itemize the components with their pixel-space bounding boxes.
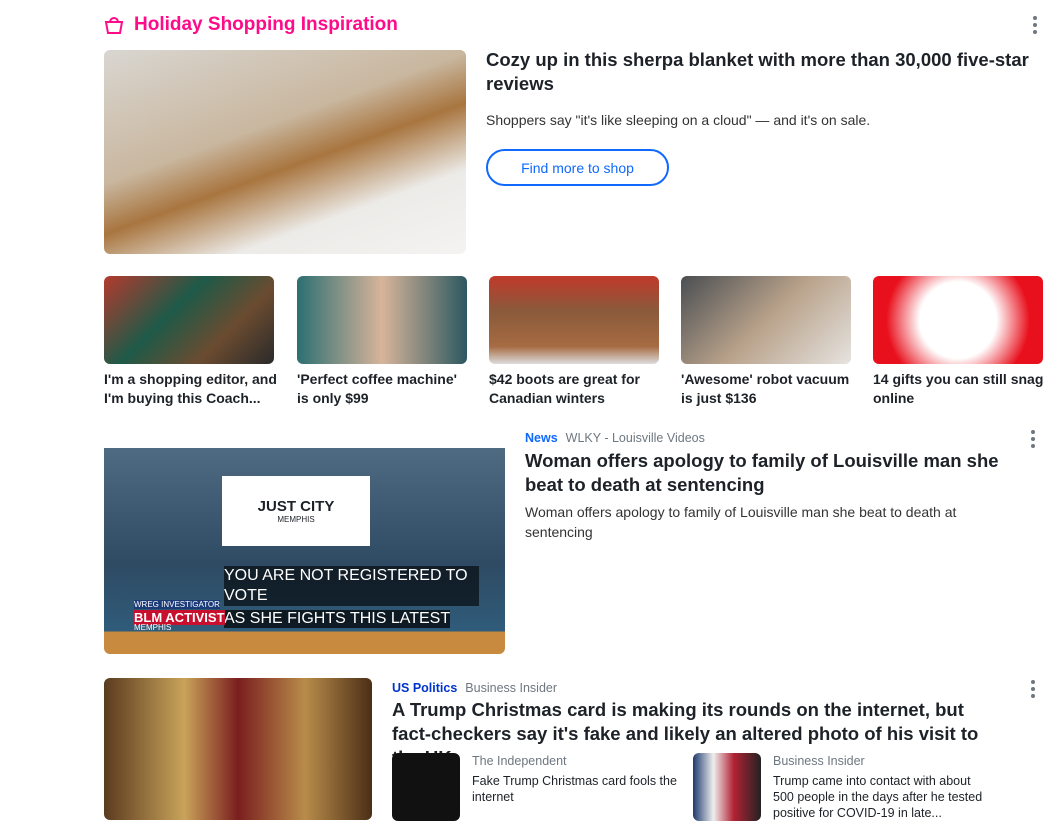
section-header: Holiday Shopping Inspiration <box>104 14 398 36</box>
related-image[interactable] <box>392 753 460 821</box>
source-label: Business Insider <box>465 681 558 695</box>
thumb-caption[interactable]: 14 gifts you can still snag online <box>873 370 1048 408</box>
category-label[interactable]: News <box>525 431 558 445</box>
more-options-icon[interactable] <box>1031 680 1035 698</box>
hero-image[interactable] <box>104 50 466 254</box>
related-title[interactable]: Trump came into contact with about 500 p… <box>773 773 983 821</box>
thumb-image[interactable] <box>104 276 274 364</box>
more-options-icon[interactable] <box>1031 430 1035 448</box>
related-image[interactable] <box>693 753 761 821</box>
story-title[interactable]: Woman offers apology to family of Louisv… <box>525 449 1005 497</box>
thumb-image[interactable] <box>681 276 851 364</box>
story-summary: Woman offers apology to family of Louisv… <box>525 504 957 540</box>
thumb-image[interactable] <box>489 276 659 364</box>
lower-third-small: WREG INVESTIGATOR <box>134 600 220 609</box>
source-label: WLKY - Louisville Videos <box>565 431 705 445</box>
video-thumbnail[interactable]: JUST CITY MEMPHIS YOU ARE NOT REGISTERED… <box>104 428 505 654</box>
story-meta: News WLKY - Louisville Videos <box>525 429 705 447</box>
thumb-caption[interactable]: 'Awesome' robot vacuum is just $136 <box>681 370 856 408</box>
more-options-icon[interactable] <box>1033 16 1037 34</box>
thumb-caption[interactable]: 'Perfect coffee machine' is only $99 <box>297 370 472 408</box>
find-more-button[interactable]: Find more to shop <box>486 149 669 186</box>
video-caption: AS SHE FIGHTS THIS LATEST <box>224 610 451 628</box>
thumb-image[interactable] <box>873 276 1043 364</box>
story-image[interactable] <box>104 678 372 820</box>
shopping-bag-icon <box>104 17 124 34</box>
thumb-caption[interactable]: $42 boots are great for Canadian winters <box>489 370 664 408</box>
story-meta: US Politics Business Insider <box>392 679 557 697</box>
lower-third-city: MEMPHIS <box>134 623 172 632</box>
logo-subtext: MEMPHIS <box>277 515 315 524</box>
related-source: The Independent <box>472 754 567 768</box>
category-label[interactable]: US Politics <box>392 681 457 695</box>
video-caption: YOU ARE NOT REGISTERED TO VOTE <box>224 566 479 606</box>
related-source: Business Insider <box>773 754 865 768</box>
related-title[interactable]: Fake Trump Christmas card fools the inte… <box>472 773 682 805</box>
logo-text: JUST CITY <box>257 498 335 515</box>
video-logo: JUST CITY MEMPHIS <box>222 476 370 546</box>
hero-title[interactable]: Cozy up in this sherpa blanket with more… <box>486 48 1031 96</box>
hero-summary: Shoppers say "it's like sleeping on a cl… <box>486 112 871 128</box>
thumb-caption[interactable]: I'm a shopping editor, and I'm buying th… <box>104 370 279 408</box>
section-title: Holiday Shopping Inspiration <box>134 14 398 35</box>
thumb-image[interactable] <box>297 276 467 364</box>
